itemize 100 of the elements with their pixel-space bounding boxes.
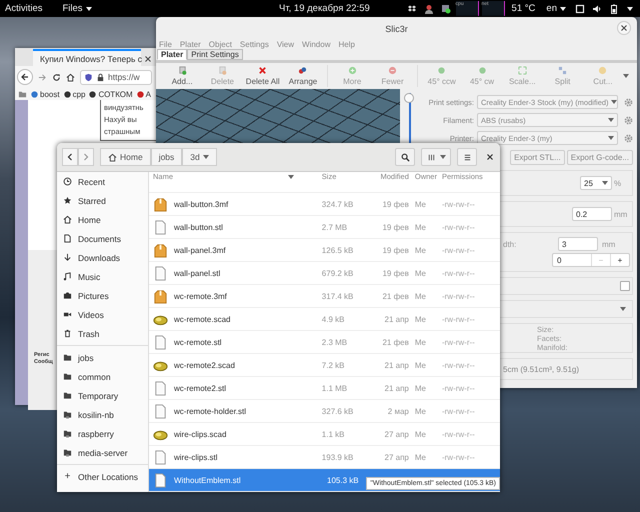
sidebar-item[interactable]: Starred [57,191,148,210]
file-row[interactable]: wc-remote.3mf 317.4 kB 21 фев Me -rw-rw-r-- [149,285,500,308]
back-button[interactable] [62,148,78,166]
close-icon[interactable] [487,154,493,160]
overflow-caret-icon[interactable] [623,74,629,78]
back-button[interactable] [17,69,33,85]
window-icon[interactable] [575,4,585,14]
file-date: 2 мар [386,406,409,416]
package-icon [153,196,168,212]
scale-icon [518,66,527,75]
file-owner: Me [414,222,427,232]
status-icon[interactable] [440,4,451,14]
path-button[interactable]: jobs [150,148,182,166]
sidebar-item[interactable]: raspberry [57,424,148,443]
bookmark-link[interactable]: СОТКОМ [88,90,133,98]
trash-icon [63,329,72,338]
bookmark-link[interactable]: boost [30,90,60,98]
menu-button[interactable] [457,148,477,166]
close-tab-icon[interactable] [144,56,151,62]
file-row[interactable]: wire-clips.scad 1.1 kB 27 апр Me -rw-rw-r-- [149,423,500,446]
forward-icon[interactable] [38,72,47,82]
file-row[interactable]: wc-remote2.stl 1.1 MB 21 апр Me -rw-rw-r-- [149,377,500,400]
chevron-right-icon [83,153,89,161]
search-button[interactable] [395,148,415,166]
3d-viewport[interactable] [156,89,400,143]
battery-icon[interactable] [609,4,619,14]
caret-icon [608,136,614,140]
file-date: 19 фев [381,222,409,232]
volume-icon[interactable] [592,4,602,14]
file-row[interactable]: wc-remote2.scad 7.2 kB 21 апр Me -rw-rw-r-- [149,354,500,377]
file-row[interactable]: wall-panel.stl 679.2 kB 19 фев Me -rw-rw-r-- [149,262,500,285]
file-size: 193.9 kB [320,452,354,462]
path-button[interactable]: Home [100,148,151,166]
sidebar-item[interactable]: Home [57,210,148,229]
file-permissions: -rw-rw-r-- [442,314,476,324]
caret-icon [202,155,209,159]
keyboard-layout[interactable]: en [542,3,570,14]
home-icon [63,215,72,224]
file-name: wall-button.3mf [174,200,228,208]
sidebar-item[interactable]: jobs [57,348,148,367]
caret-icon [560,6,566,10]
delete-icon [218,66,227,75]
checkbox[interactable] [620,281,630,291]
file-owner: Me [414,200,427,208]
sidebar-item[interactable]: common [57,367,148,386]
file-row[interactable]: wc-remote-holder.stl 327.6 kB 2 мар Me -rw-rw-r-- [149,400,500,423]
activities-button[interactable]: Activities [0,3,46,14]
caret-icon [608,118,614,122]
temperature[interactable]: 51 °C [508,3,540,14]
layer-slider[interactable] [404,93,416,143]
brim-width-field[interactable]: 3 [558,237,598,251]
tab[interactable]: Print Settings [187,49,243,60]
view-options-button[interactable] [421,148,451,166]
file-row[interactable]: wall-panel.3mf 126.5 kB 19 фев Me -rw-rw-r-- [149,239,500,262]
sidebar-item[interactable]: Videos [57,305,148,324]
home-icon[interactable] [66,72,75,82]
sidebar-item[interactable]: kosilin-nb [57,405,148,424]
sidebar-item[interactable]: Music [57,267,148,286]
app-menu[interactable]: Files [58,3,96,14]
sidebar-item[interactable]: media-server [57,443,148,462]
dropdown-caret-icon[interactable] [620,307,626,311]
reload-icon[interactable] [52,72,61,82]
file-owner: Me [414,360,427,370]
sidebar-item[interactable]: Recent [57,172,148,191]
system-menu-caret-icon[interactable] [627,6,633,10]
infill-dropdown[interactable]: 25 [580,176,612,190]
bookmark-link[interactable]: А [136,90,151,98]
sidebar-item[interactable]: Downloads [57,248,148,267]
path-button[interactable]: 3d [182,148,217,166]
file-owner: Me [414,314,427,324]
file-row[interactable]: wc-remote.stl 2.3 MB 21 фев Me -rw-rw-r-- [149,331,500,354]
bookmark-link[interactable]: cpp [62,90,86,98]
clock[interactable]: Чт, 19 декабря 22:59 [275,3,374,14]
cross-icon [258,66,268,75]
sidebar-item[interactable]: Trash [57,324,148,343]
sidebar-item[interactable]: Documents [57,229,148,248]
sort-caret-icon[interactable] [288,174,294,178]
toolbar-button[interactable]: Delete All [242,66,283,86]
tab[interactable]: Plater [157,49,188,60]
person-icon[interactable] [424,4,434,14]
copies-spin-field[interactable]: 0 − + [552,253,630,267]
sidebar-item[interactable]: Pictures [57,286,148,305]
package-icon [153,288,168,304]
window-title: Slic3r [385,24,408,34]
layer-height-field[interactable]: 0.2 [572,207,612,221]
file-row[interactable]: wc-remote.scad 4.9 kB 21 апр Me -rw-rw-r-- [149,308,500,331]
file-row[interactable]: wall-button.stl 2.7 MB 19 фев Me -rw-rw-r-- [149,216,500,239]
file-permissions: -rw-rw-r-- [442,268,476,278]
file-row[interactable]: wall-button.3mf 324.7 kB 19 фев Me -rw-rw-r-- [149,193,500,216]
file-size: 1.1 kB [320,430,346,438]
sidebar-item[interactable]: Temporary [57,386,148,405]
sidebar-item[interactable]: + Other Locations [57,467,148,486]
file-owner: Me [414,268,427,278]
toolbar-button[interactable]: Add... [162,66,202,86]
close-button[interactable] [617,21,631,35]
file-owner: Me [414,452,427,462]
file-date: 21 апр [384,384,409,392]
address-bar[interactable]: https://w [80,70,152,84]
toolbar-button[interactable]: Arrange [282,66,324,86]
shield-icon [84,72,93,82]
